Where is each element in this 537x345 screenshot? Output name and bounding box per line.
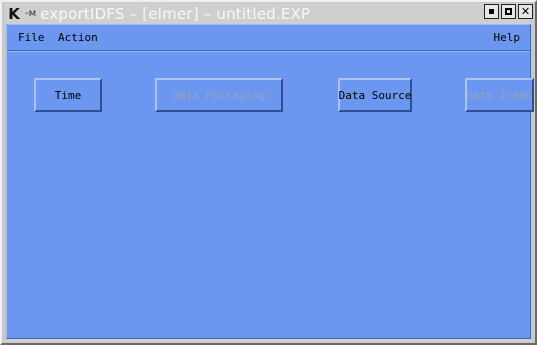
time-button[interactable]: Time (34, 78, 102, 112)
menu-file[interactable]: File (18, 31, 45, 44)
window-controls: ✕ (484, 4, 533, 19)
close-button[interactable]: ✕ (518, 4, 533, 19)
pin-icon[interactable]: -ᴍ (25, 8, 36, 19)
menu-action[interactable]: Action (58, 31, 98, 44)
application-window: K -ᴍ exportIDFS – [elmer] – untitled.EXP… (0, 0, 537, 345)
menu-bar: File Action Help (7, 25, 530, 51)
window-title: exportIDFS – [elmer] – untitled.EXP (40, 4, 311, 23)
main-panel: File Action Help Time Data Packaging Dat… (6, 24, 534, 339)
menu-help[interactable]: Help (494, 31, 521, 44)
minimize-icon (489, 9, 494, 14)
maximize-button[interactable] (501, 4, 516, 19)
close-icon: ✕ (520, 5, 531, 18)
data-source-button[interactable]: Data Source (338, 78, 412, 112)
data-packaging-button[interactable]: Data Packaging (155, 78, 283, 112)
window-bottom-border (4, 339, 533, 342)
minimize-button[interactable] (484, 4, 499, 19)
title-bar[interactable]: K -ᴍ exportIDFS – [elmer] – untitled.EXP… (4, 3, 533, 24)
maximize-icon (505, 8, 512, 15)
window-menu-icon[interactable]: K (5, 5, 23, 23)
data-items-button[interactable]: Data Items (465, 78, 534, 112)
